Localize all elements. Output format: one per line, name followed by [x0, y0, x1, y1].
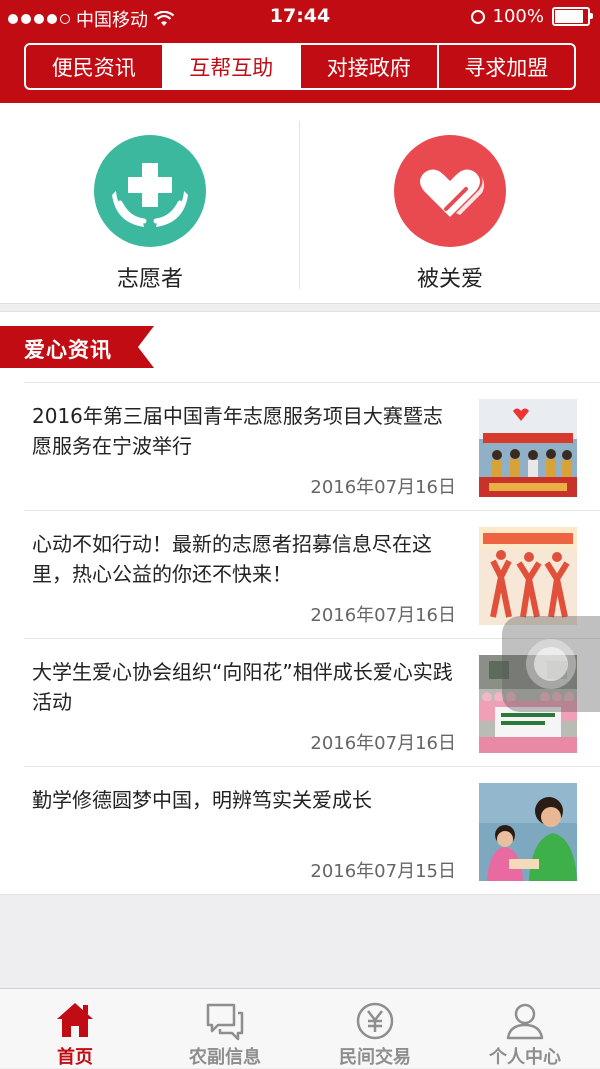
chat-bubbles-icon: [206, 1003, 244, 1041]
tab-join[interactable]: 寻求加盟: [439, 45, 575, 88]
yuan-circle-icon: [356, 1002, 394, 1040]
news-thumbnail: [479, 399, 577, 497]
nav-trade[interactable]: 民间交易: [300, 989, 450, 1068]
tab-convenience-news[interactable]: 便民资讯: [26, 45, 164, 88]
tab-government[interactable]: 对接政府: [301, 45, 439, 88]
hearts-icon: [394, 135, 506, 247]
volunteer-label: 志愿者: [116, 267, 183, 292]
nav-agri-info[interactable]: 农副信息: [150, 989, 300, 1068]
news-date: 2016年07月16日: [310, 477, 456, 498]
news-title: 大学生爱心协会组织“向阳花”相伴成长爱心实践活动: [32, 660, 453, 714]
section-ribbon: 爱心资讯: [0, 326, 154, 368]
person-icon: [506, 1003, 544, 1040]
news-item[interactable]: 勤学修德圆梦中国，明辨笃实关爱成长 2016年07月15日: [24, 766, 600, 895]
battery-icon: [552, 7, 593, 26]
section-title: 爱心资讯: [24, 338, 112, 362]
assistive-touch-icon: [526, 639, 576, 689]
news-date: 2016年07月15日: [310, 861, 456, 882]
tab-mutual-help[interactable]: 互帮互助: [163, 45, 301, 88]
nav-agri-info-label: 农副信息: [189, 1047, 261, 1068]
cared-for-button[interactable]: 被关爱: [300, 103, 600, 303]
news-title: 勤学修德圆梦中国，明辨笃实关爱成长: [32, 788, 372, 812]
news-thumbnail: [479, 527, 577, 625]
nav-home[interactable]: 首页: [0, 989, 150, 1068]
news-title: 2016年第三届中国青年志愿服务项目大赛暨志愿服务在宁波举行: [32, 404, 443, 458]
battery-percent: 100%: [492, 6, 544, 27]
quick-actions: 志愿者 被关爱: [0, 103, 600, 304]
top-tab-bar: 便民资讯 互帮互助 对接政府 寻求加盟: [24, 43, 576, 90]
nav-profile-label: 个人中心: [489, 1047, 561, 1068]
volunteer-button[interactable]: 志愿者: [0, 103, 300, 303]
header: 中国移动 17:44 100% 便民资讯 互帮互助 对接政府 寻求加盟: [0, 0, 600, 103]
assistive-touch-button[interactable]: [502, 616, 600, 712]
nav-trade-label: 民间交易: [339, 1047, 411, 1068]
nav-profile[interactable]: 个人中心: [450, 989, 600, 1068]
bottom-nav: 首页 农副信息 民间交易 个人中心: [0, 988, 600, 1068]
cared-for-label: 被关爱: [416, 267, 483, 292]
home-icon: [57, 1003, 93, 1037]
news-title: 心动不如行动！最新的志愿者招募信息尽在这里，热心公益的你还不快来！: [32, 532, 432, 586]
nav-home-label: 首页: [57, 1047, 93, 1068]
status-bar: 中国移动 17:44 100%: [0, 0, 600, 34]
news-item[interactable]: 2016年第三届中国青年志愿服务项目大赛暨志愿服务在宁波举行 2016年07月1…: [24, 382, 600, 511]
news-date: 2016年07月16日: [310, 733, 456, 754]
news-date: 2016年07月16日: [310, 605, 456, 626]
news-thumbnail: [479, 783, 577, 881]
news-section: 爱心资讯 2016年第三届中国青年志愿服务项目大赛暨志愿服务在宁波举行 2016…: [0, 311, 600, 895]
volunteer-cross-hands-icon: [94, 135, 206, 247]
rotation-lock-icon: [470, 9, 485, 24]
